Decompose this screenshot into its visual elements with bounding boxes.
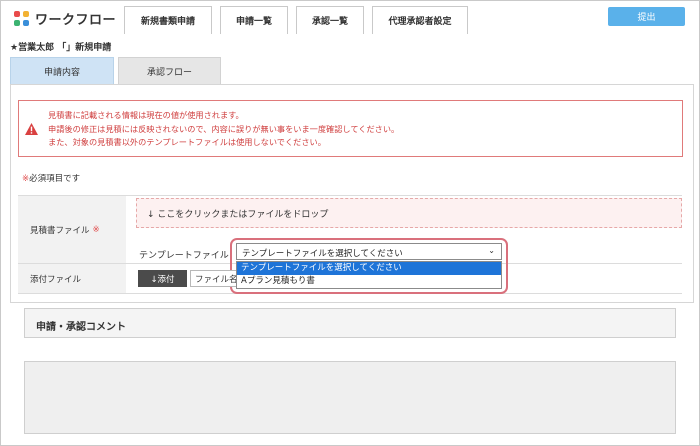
tab-application-list[interactable]: 申請一覧	[220, 6, 288, 34]
file-drop-zone[interactable]: ↓ ここをクリックまたはファイルをドロップ	[136, 198, 682, 228]
warning-line-1: 見積書に記載される情報は現在の値が使用されます。	[48, 110, 244, 120]
attach-button[interactable]: ↓添付	[138, 270, 187, 287]
required-note: ※必須項目です	[22, 172, 80, 184]
submit-button[interactable]: 提出	[608, 7, 685, 26]
tab-approval-list[interactable]: 承認一覧	[296, 6, 364, 34]
attach-file-label: 添付ファイル	[18, 264, 126, 293]
app-logo: ワークフロー	[14, 9, 116, 28]
workflow-logo-icon	[14, 10, 30, 27]
tab-proxy-approver[interactable]: 代理承認者設定	[372, 6, 468, 34]
attach-file-input[interactable]: ファイル名	[190, 270, 236, 287]
app-title: ワークフロー	[35, 13, 117, 28]
highlight-ring	[230, 238, 508, 294]
comment-heading: 申請・承認コメント	[24, 308, 676, 338]
warning-icon	[25, 123, 38, 135]
warning-line-3: また、対象の見積書以外のテンプレートファイルは使用しないでください。	[48, 137, 326, 147]
required-note-text: 必須項目です	[29, 174, 81, 184]
warning-box: 見積書に記載される情報は現在の値が使用されます。 申請後の修正は見積には反映され…	[18, 100, 683, 157]
subtab-approval-flow[interactable]: 承認フロー	[118, 57, 221, 84]
estimate-file-label-text: 見積書ファイル	[30, 225, 90, 236]
page-title: ★営業太郎 「」新規申請	[10, 43, 112, 53]
estimate-file-label: 見積書ファイル ※	[18, 196, 126, 263]
warning-line-2: 申請後の修正は見積には反映されないので、内容に誤りが無い事をいま一度確認してくだ…	[48, 123, 400, 134]
subtab-application-content[interactable]: 申請内容	[10, 57, 114, 84]
comment-textarea[interactable]	[24, 361, 676, 434]
estimate-file-required-mark: ※	[92, 224, 100, 235]
template-file-label: テンプレートファイル	[139, 251, 229, 261]
tab-new-document[interactable]: 新規書類申請	[124, 6, 212, 34]
